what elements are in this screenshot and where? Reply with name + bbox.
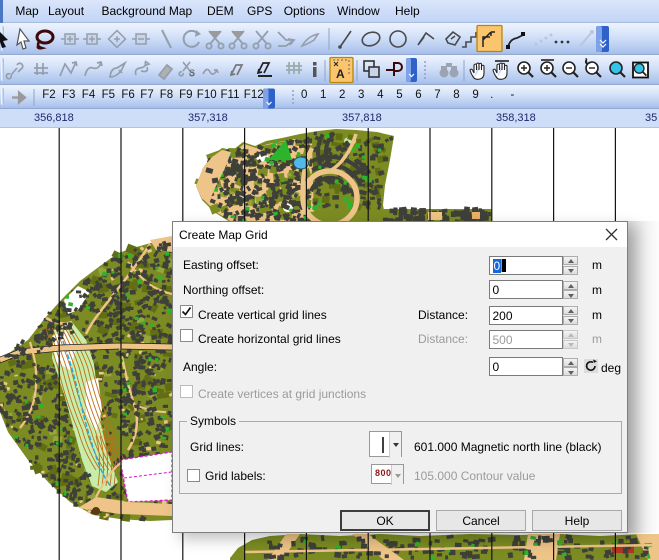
svg-text:S: S [189, 68, 195, 78]
svg-text:A: A [336, 67, 345, 81]
